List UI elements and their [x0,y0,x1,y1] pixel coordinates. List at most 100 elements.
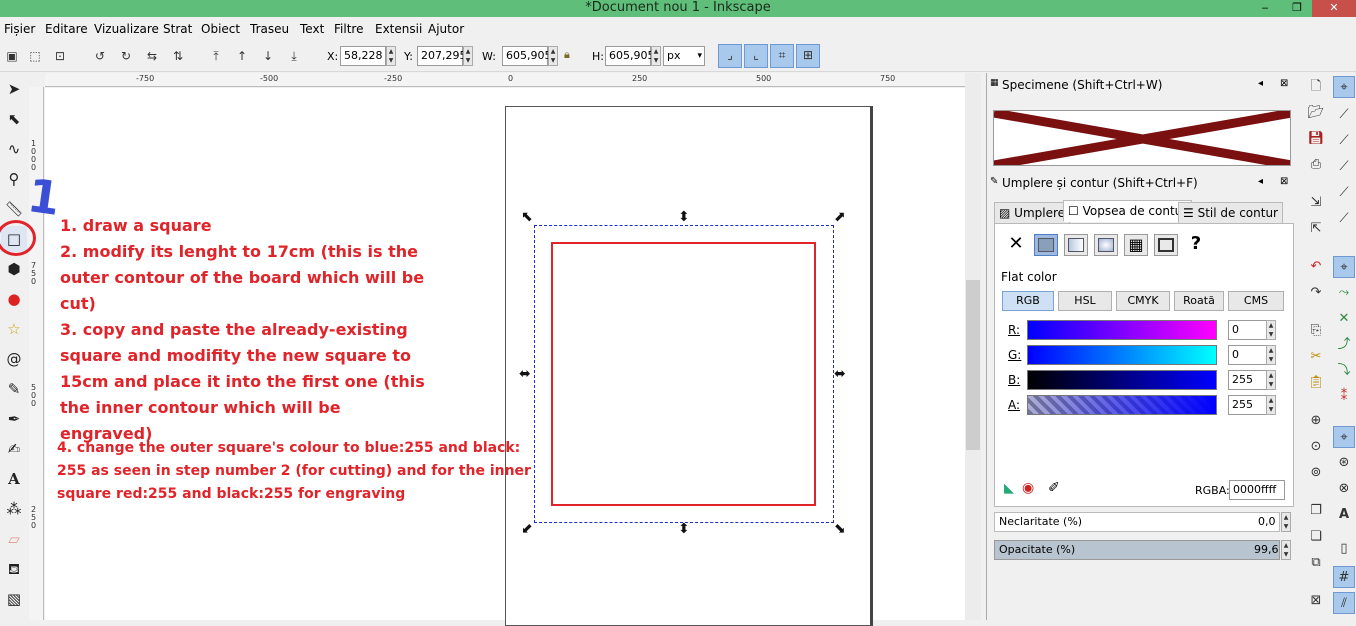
channel-a-slider[interactable] [1027,395,1217,415]
duplicate-icon[interactable]: ❐ [1305,500,1327,522]
tab-fill[interactable]: ▨ Umplere [994,202,1071,224]
scale-handle-bottom-right[interactable]: ⬊ [834,522,846,536]
ellipse-tool-icon[interactable]: ● [1,286,27,312]
mode-wheel[interactable]: Roată [1174,291,1224,311]
rotate-ccw-icon[interactable]: ↺ [90,46,110,66]
group-icon[interactable]: ⊠ [1305,590,1327,612]
snap-bbox-icon[interactable]: ⟋ [1333,104,1355,126]
inner-square[interactable] [551,242,816,506]
radial-gradient-icon[interactable] [1094,234,1118,256]
undo-icon[interactable]: ↶ [1305,256,1327,278]
select-all-icon[interactable]: ▣ [2,46,22,66]
select-all-layers-icon[interactable]: ⬚ [25,46,45,66]
channel-g-slider[interactable] [1027,345,1217,365]
calligraphy-tool-icon[interactable]: ✍ [1,436,27,462]
measure-tool-icon[interactable]: 📏︎ [1,196,27,222]
import-icon[interactable]: ⇲ [1305,192,1327,214]
channel-r-slider[interactable] [1027,320,1217,340]
zoom-selection-icon[interactable]: ⊕ [1305,410,1327,432]
print-icon[interactable]: ⎙ [1305,154,1327,176]
pencil-tool-icon[interactable]: ✎ [1,376,27,402]
snap-bbox-midpoint-icon[interactable]: ⟋ [1333,182,1355,204]
x-field[interactable]: 58,228 [340,46,386,66]
snap-grid-icon[interactable]: # [1333,566,1355,588]
raise-icon[interactable]: ↑ [232,46,252,66]
swatch-none[interactable] [993,110,1291,166]
zoom-tool-icon[interactable]: ⚲ [1,166,27,192]
snap-page-icon[interactable]: ▯ [1333,538,1355,560]
unit-select[interactable]: px ▾ [663,46,705,66]
rgba-field[interactable]: 0000ffff [1229,480,1285,500]
zoom-drawing-icon[interactable]: ⊙ [1305,436,1327,458]
y-field[interactable]: 207,295 [417,46,467,66]
pen-tool-icon[interactable]: ✒ [1,406,27,432]
3d-box-tool-icon[interactable]: ⬢ [1,256,27,282]
channel-b-spinner[interactable]: ▲ ▼ [1266,370,1276,390]
raise-to-top-icon[interactable]: ⤒ [206,46,226,66]
panel-collapse-icon[interactable]: ◂ [1258,78,1263,89]
rotate-cw-icon[interactable]: ↻ [116,46,136,66]
scale-handle-bottom-left[interactable]: ⬋ [521,522,533,536]
mode-cms[interactable]: CMS [1228,291,1284,311]
lower-to-bottom-icon[interactable]: ⤓ [284,46,304,66]
h-field[interactable]: 605,905 [605,46,655,66]
flat-color-icon[interactable] [1034,234,1058,256]
swatch-icon[interactable] [1154,234,1178,256]
snap-enable-icon[interactable]: ⌖ [1333,76,1355,98]
menu-file[interactable]: Fișier [4,22,35,36]
menu-view[interactable]: Vizualizare [94,22,159,36]
redo-icon[interactable]: ↷ [1305,282,1327,304]
spiral-tool-icon[interactable]: @ [1,346,27,372]
pattern-icon[interactable]: ▦ [1124,234,1148,256]
maximize-button[interactable]: ❐ [1282,0,1312,17]
snap-midpoints-icon[interactable]: ⁑ [1333,386,1355,408]
tab-stroke-style[interactable]: ☰ Stil de contur [1178,202,1283,224]
y-spinner[interactable]: ▲ ▼ [463,46,473,66]
unlink-clone-icon[interactable]: ⧉ [1305,552,1327,574]
copy-icon[interactable]: ⎘ [1305,320,1327,342]
snap-rotation-icon[interactable]: ⊗ [1333,478,1355,500]
menu-object[interactable]: Obiect [201,22,240,36]
scale-handle-bottom[interactable]: ⬍ [678,522,690,536]
menu-path[interactable]: Traseu [250,22,289,36]
menu-edit[interactable]: Editare [45,22,88,36]
snap-cusp-icon[interactable]: ⤴ [1333,334,1355,356]
spray-tool-icon[interactable]: ⁂ [1,496,27,522]
w-spinner[interactable]: ▲ ▼ [548,46,558,66]
snap-intersections-icon[interactable]: ✕ [1333,308,1355,330]
snap-nodes-icon[interactable]: ⌖ [1333,256,1355,278]
snap-others-icon[interactable]: ⌖ [1333,426,1355,448]
h-spinner[interactable]: ▲ ▼ [651,46,661,66]
scale-handle-top-left[interactable]: ⬉ [521,210,533,224]
snap-bbox-corner-icon[interactable]: ⟋ [1333,156,1355,178]
channel-b-slider[interactable] [1027,370,1217,390]
opacity-spinner[interactable]: ▲ ▼ [1281,540,1291,560]
no-paint-icon[interactable]: ✕ [1004,234,1028,256]
channel-b-value[interactable]: 255 [1228,370,1268,390]
cut-icon[interactable]: ✂ [1305,346,1327,368]
mode-hsl[interactable]: HSL [1058,291,1112,311]
channel-g-spinner[interactable]: ▲ ▼ [1266,345,1276,365]
scale-handle-right[interactable]: ⬌ [834,367,846,381]
snap-smooth-icon[interactable]: ⤵ [1333,360,1355,382]
scale-stroke-icon[interactable]: ⌟ [718,44,742,68]
paint-bucket-tool-icon[interactable]: ⛾ [1,556,27,582]
save-icon[interactable]: 💾︎ [1305,128,1327,150]
scale-handle-top[interactable]: ⬍ [678,210,690,224]
panel-close-icon[interactable]: ⊠ [1280,176,1288,187]
clone-icon[interactable]: ❏ [1305,526,1327,548]
channel-r-spinner[interactable]: ▲ ▼ [1266,320,1276,340]
w-field[interactable]: 605,905 [502,46,552,66]
panel-collapse-icon[interactable]: ◂ [1258,176,1263,187]
export-icon[interactable]: ⇱ [1305,218,1327,240]
lock-icon[interactable]: 🔒︎ [564,48,570,62]
open-icon[interactable]: 📂︎ [1305,102,1327,124]
scrollbar-thumb[interactable] [966,280,980,450]
snap-bbox-center-icon[interactable]: ⟋ [1333,208,1355,230]
close-button[interactable]: ✕ [1312,0,1356,17]
unset-paint-icon[interactable]: ? [1184,234,1208,256]
snap-centers-icon[interactable]: ⊛ [1333,452,1355,474]
menu-extensions[interactable]: Extensii [375,22,422,36]
star-tool-icon[interactable]: ☆ [1,316,27,342]
x-spinner[interactable]: ▲ ▼ [386,46,396,66]
